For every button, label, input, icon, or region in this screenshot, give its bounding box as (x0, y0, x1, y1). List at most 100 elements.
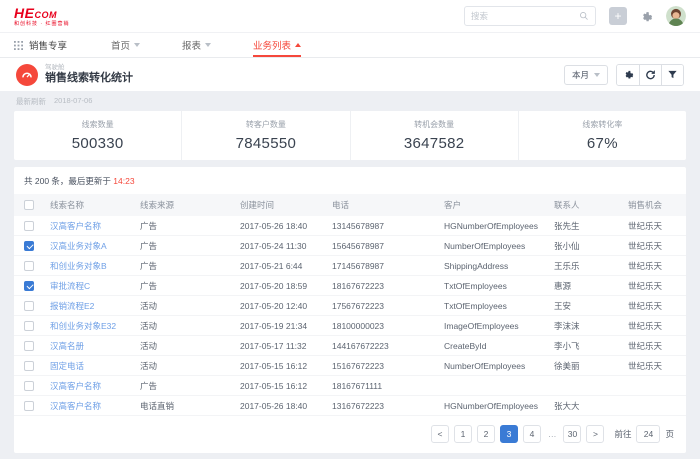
stats-card: 线索数量 500330 转客户数量 7845550 转机会数量 3647582 … (14, 111, 686, 160)
lead-name-link[interactable]: 汉高客户名称 (50, 401, 101, 411)
page-category: 驾驶舱 (45, 65, 133, 72)
filter-funnel-icon (667, 69, 678, 80)
lead-name-link[interactable]: 汉高名册 (50, 341, 84, 351)
pagination-page-4[interactable]: 4 (523, 425, 541, 443)
created-time-cell: 2017-05-20 18:59 (240, 281, 332, 291)
customer-cell: HGNumberOfEmployees (444, 401, 554, 411)
summary-time: 14:23 (113, 176, 134, 186)
hecom-logo[interactable]: HECOM 和创科技 · 红圈营销 (14, 6, 69, 27)
row-checkbox[interactable] (24, 281, 34, 291)
created-time-cell: 2017-05-20 12:40 (240, 301, 332, 311)
pagination-page-1[interactable]: 1 (454, 425, 472, 443)
contact-cell: 张先生 (554, 220, 628, 232)
contact-cell: 惠源 (554, 280, 628, 292)
row-checkbox[interactable] (24, 401, 34, 411)
customer-cell: ShippingAddress (444, 261, 554, 271)
select-all-checkbox[interactable] (24, 200, 34, 210)
contact-cell: 张大大 (554, 400, 628, 412)
logo-tagline: 和创科技 · 红圈营销 (14, 22, 69, 27)
col-header-sales-opportunity: 销售机会 (628, 199, 676, 211)
lead-source-cell: 电话直销 (140, 400, 240, 412)
col-header-created-time: 创建时间 (240, 199, 332, 211)
refresh-label: 最新刷新 (16, 96, 46, 107)
pagination-page-2[interactable]: 2 (477, 425, 495, 443)
phone-cell: 18167671111 (332, 381, 444, 391)
nav-item-business-list[interactable]: 业务列表 (253, 33, 301, 57)
row-checkbox[interactable] (24, 321, 34, 331)
lead-source-cell: 活动 (140, 340, 240, 352)
pagination-page-30[interactable]: 30 (563, 425, 581, 443)
top-bar: HECOM 和创科技 · 红圈营销 + (0, 0, 700, 33)
lead-name-link[interactable]: 固定电话 (50, 361, 84, 371)
opportunity-cell: 世纪乐天 (628, 300, 676, 312)
nav-item-reports[interactable]: 报表 (182, 33, 211, 57)
phone-cell: 15645678987 (332, 241, 444, 251)
customer-cell: NumberOfEmployees (444, 241, 554, 251)
row-checkbox[interactable] (24, 381, 34, 391)
search-input[interactable] (471, 11, 579, 21)
stat-converted-customers: 转客户数量 7845550 (181, 111, 349, 160)
contact-cell: 李沫沫 (554, 320, 628, 332)
row-checkbox[interactable] (24, 261, 34, 271)
customer-cell: TxtOfEmployees (444, 301, 554, 311)
user-avatar[interactable] (666, 6, 686, 26)
lead-name-link[interactable]: 汉高客户名称 (50, 381, 101, 391)
stat-conversion-rate: 线索转化率 67% (518, 111, 686, 160)
lead-name-link[interactable]: 汉高业务对象A (50, 241, 107, 251)
customer-cell: TxtOfEmployees (444, 281, 554, 291)
lead-name-link[interactable]: 和创业务对象B (50, 261, 107, 271)
created-time-cell: 2017-05-15 16:12 (240, 381, 332, 391)
col-header-lead-name: 线索名称 (50, 199, 140, 211)
pagination-page-3[interactable]: 3 (500, 425, 518, 443)
refresh-date: 2018-07-06 (54, 96, 92, 107)
pagination-prev-button[interactable]: < (431, 425, 449, 443)
customer-cell: CreateById (444, 341, 554, 351)
goto-label: 前往 (614, 428, 631, 440)
lead-source-cell: 广告 (140, 260, 240, 272)
pagination-next-button[interactable]: > (586, 425, 604, 443)
row-checkbox[interactable] (24, 241, 34, 251)
opportunity-cell: 世纪乐天 (628, 280, 676, 292)
created-time-cell: 2017-05-26 18:40 (240, 221, 332, 231)
table-header-row: 线索名称 线索来源 创建时间 电话 客户 联系人 销售机会 (14, 194, 686, 216)
lead-name-link[interactable]: 报销流程E2 (50, 301, 94, 311)
row-checkbox[interactable] (24, 361, 34, 371)
lead-source-cell: 活动 (140, 300, 240, 312)
created-time-cell: 2017-05-24 11:30 (240, 241, 332, 251)
lead-source-cell: 广告 (140, 280, 240, 292)
created-time-cell: 2017-05-19 21:34 (240, 321, 332, 331)
row-checkbox[interactable] (24, 221, 34, 231)
contact-cell: 王安 (554, 300, 628, 312)
logo-text: HECOM (14, 6, 69, 20)
stat-leads: 线索数量 500330 (14, 111, 181, 160)
lead-name-link[interactable]: 审批流程C (50, 281, 90, 291)
grid-menu-icon (14, 41, 23, 50)
row-checkbox[interactable] (24, 301, 34, 311)
settings-gear-button[interactable] (617, 65, 639, 85)
created-time-cell: 2017-05-21 6:44 (240, 261, 332, 271)
leads-table-card: 共 200 条，最后更新于 14:23 线索名称 线索来源 创建时间 电话 客户… (14, 167, 686, 453)
add-button[interactable]: + (609, 7, 627, 25)
row-checkbox[interactable] (24, 341, 34, 351)
nav-item-home[interactable]: 首页 (111, 33, 140, 57)
last-refresh-line: 最新刷新 2018-07-06 (0, 91, 700, 111)
stat-value: 7845550 (236, 135, 297, 152)
toolbar-icon-group (616, 64, 684, 86)
table-row: 汉高名册 活动 2017-05-17 11:32 144167672223 Cr… (14, 336, 686, 356)
settings-icon[interactable] (640, 10, 653, 23)
phone-cell: 17145678987 (332, 261, 444, 271)
filter-button[interactable] (661, 65, 683, 85)
nav-bar: 销售专享 首页 报表 业务列表 (0, 33, 700, 58)
opportunity-cell: 世纪乐天 (628, 260, 676, 272)
lead-name-link[interactable]: 和创业务对象E32 (50, 321, 116, 331)
contact-cell: 张小仙 (554, 240, 628, 252)
goto-page-input[interactable] (636, 425, 660, 443)
lead-name-link[interactable]: 汉高客户名称 (50, 221, 101, 231)
period-selector[interactable]: 本月 (564, 65, 608, 85)
global-search[interactable] (464, 6, 596, 26)
stat-converted-opportunities: 转机会数量 3647582 (350, 111, 518, 160)
customer-cell: HGNumberOfEmployees (444, 221, 554, 231)
stat-value: 3647582 (404, 135, 465, 152)
refresh-button[interactable] (639, 65, 661, 85)
app-switcher[interactable]: 销售专享 (14, 33, 67, 57)
